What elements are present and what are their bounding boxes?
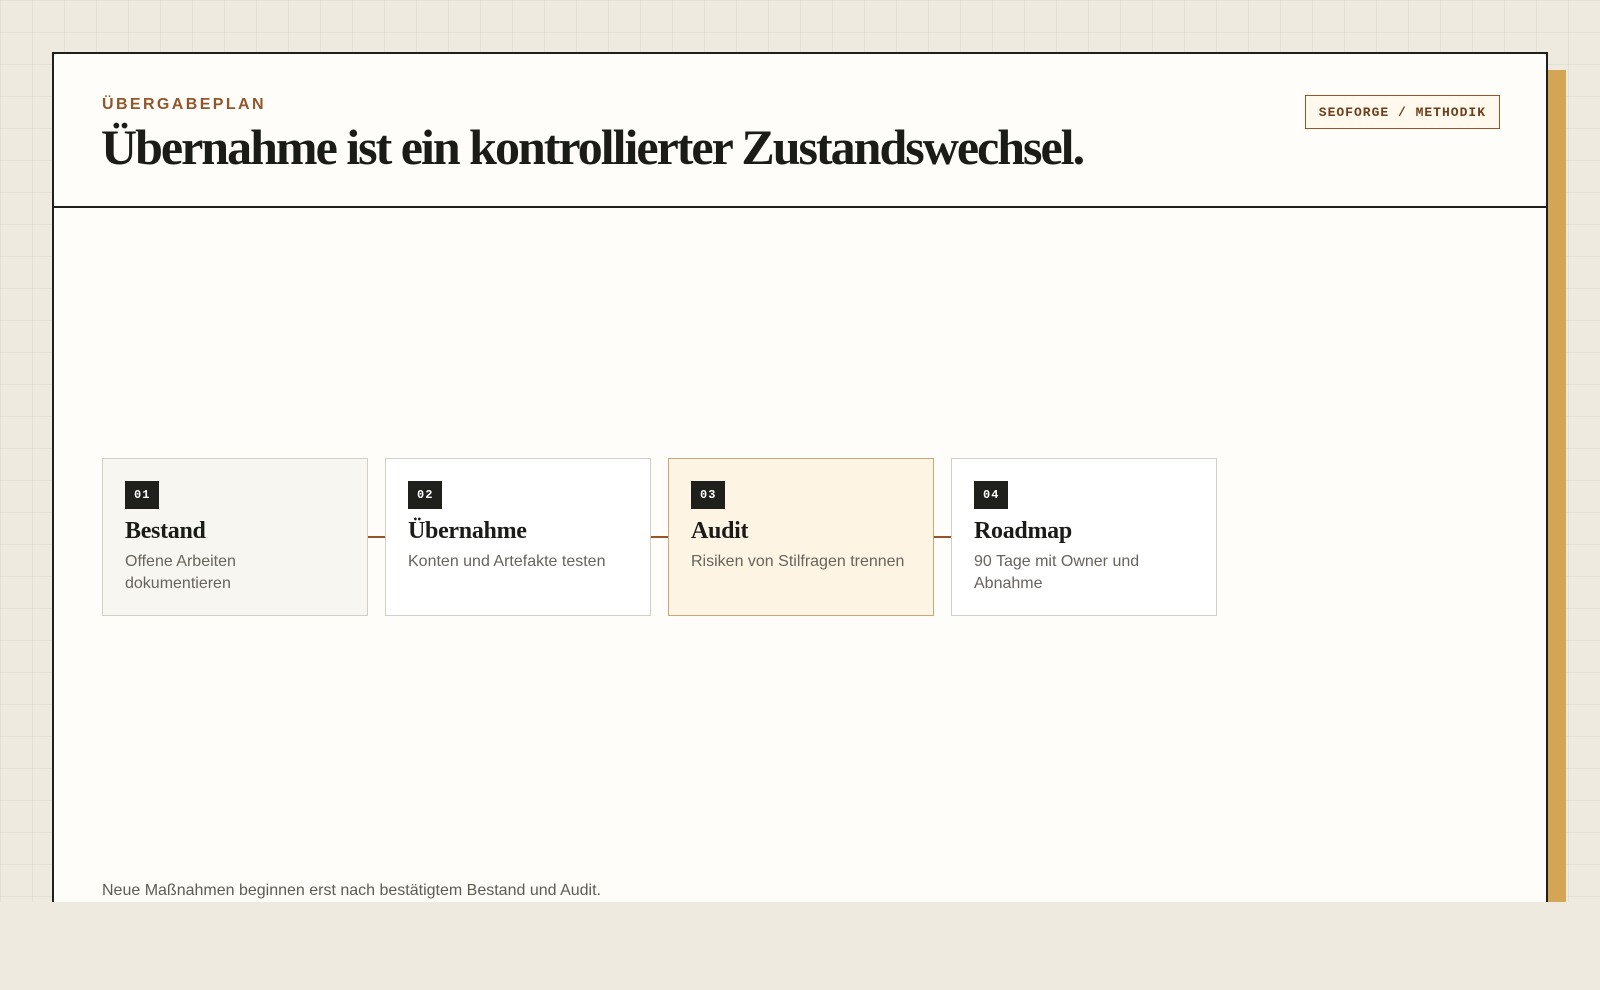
step-bestand: 01 Bestand Offene Arbeiten dokumentieren (102, 458, 368, 616)
section-kicker: ÜBERGABEPLAN (102, 96, 266, 113)
step-roadmap: 04 Roadmap 90 Tage mit Owner und Abnahme (951, 458, 1217, 616)
step-title: Roadmap (974, 518, 1072, 544)
step-description: Konten und Artefakte testen (408, 553, 606, 570)
step-uebernahme: 02 Übernahme Konten und Artefakte testen (385, 458, 651, 616)
step-connector (934, 536, 951, 538)
step-audit: 03 Audit Risiken von Stilfragen trennen (668, 458, 934, 616)
step-title: Audit (691, 518, 749, 544)
step-number-badge: 03 (691, 481, 726, 509)
step-number-badge: 01 (125, 481, 160, 509)
slide-header: ÜBERGABEPLAN Übernahme ist ein kontrolli… (54, 54, 1546, 208)
step-number-badge: 02 (408, 481, 443, 509)
step-connector (368, 536, 385, 538)
footer-note: Neue Maßnahmen beginnen erst nach bestät… (102, 882, 601, 899)
step-title: Bestand (125, 518, 206, 544)
process-steps: 01 Bestand Offene Arbeiten dokumentieren… (102, 458, 1217, 616)
step-number-badge: 04 (974, 481, 1009, 509)
step-description: Offene Arbeiten dokumentieren (125, 553, 236, 592)
step-title: Übernahme (408, 518, 527, 544)
step-description: Risiken von Stilfragen trennen (691, 553, 905, 570)
step-connector (651, 536, 668, 538)
page-title: Übernahme ist ein kontrollierter Zustand… (101, 119, 1085, 175)
step-description: 90 Tage mit Owner und Abnahme (974, 553, 1140, 592)
slide-card: ÜBERGABEPLAN Übernahme ist ein kontrolli… (52, 52, 1548, 902)
methodik-tag: SEOFORGE / METHODIK (1304, 95, 1500, 129)
